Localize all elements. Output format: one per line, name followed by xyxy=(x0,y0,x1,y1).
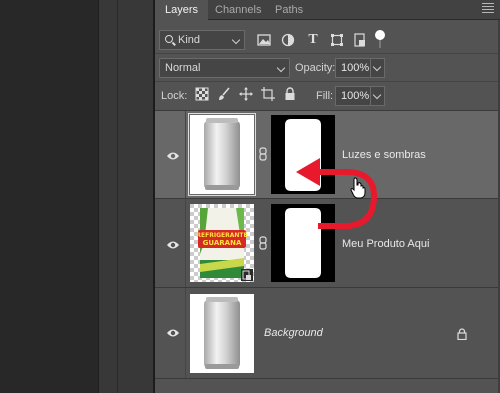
chain-link-icon[interactable] xyxy=(259,147,267,161)
smart-object-filter-icon[interactable] xyxy=(352,32,368,48)
tab-layers[interactable]: Layers xyxy=(155,0,209,21)
chevron-down-icon xyxy=(276,63,286,73)
product-label-line2: GUARANA xyxy=(203,239,242,247)
opacity-input[interactable]: 100% xyxy=(335,58,371,78)
separator xyxy=(155,53,500,54)
panel-menu-icon[interactable] xyxy=(482,3,494,15)
filter-toggle-switch[interactable] xyxy=(375,30,385,48)
panel-dock-strip xyxy=(98,0,154,393)
pixel-filter-icon[interactable] xyxy=(256,32,272,48)
panel-tab-bar: Layers Channels Paths xyxy=(155,0,500,21)
layer-mask-thumbnail[interactable] xyxy=(271,204,335,282)
chevron-down-icon xyxy=(231,35,241,45)
layers-panel: Layers Channels Paths Kind T Normal Opac… xyxy=(155,0,500,393)
adjustment-filter-icon[interactable] xyxy=(280,32,296,48)
lock-position-icon[interactable] xyxy=(239,87,253,101)
fill-slider-toggle[interactable] xyxy=(371,86,385,106)
tab-paths[interactable]: Paths xyxy=(265,0,313,20)
layer-row-luzes-e-sombras[interactable]: Luzes e sombras xyxy=(155,111,500,199)
eye-icon[interactable] xyxy=(166,151,180,161)
layer-name[interactable]: Meu Produto Aqui xyxy=(342,238,429,250)
search-icon xyxy=(165,35,173,43)
opacity-slider-toggle[interactable] xyxy=(371,58,385,78)
lock-transparent-pixels-icon[interactable] xyxy=(195,87,209,101)
document-canvas-area xyxy=(0,0,98,393)
shape-filter-icon[interactable] xyxy=(329,32,345,48)
layer-mask-thumbnail[interactable] xyxy=(271,115,335,194)
lock-icon[interactable] xyxy=(456,328,468,340)
mask-image xyxy=(285,208,321,278)
kind-filter-dropdown[interactable]: Kind xyxy=(159,30,245,50)
layer-name[interactable]: Luzes e sombras xyxy=(342,149,426,161)
lock-label: Lock: xyxy=(161,90,188,102)
lock-artboard-icon[interactable] xyxy=(261,87,275,101)
product-label-line1: REFRIGERANTE xyxy=(196,232,247,239)
chevron-down-icon xyxy=(372,90,382,100)
separator xyxy=(155,81,500,82)
dock-divider xyxy=(117,0,118,393)
chevron-down-icon xyxy=(372,62,382,72)
row-divider xyxy=(185,199,186,287)
blend-mode-dropdown[interactable]: Normal xyxy=(159,58,290,78)
layer-row-background[interactable]: Background xyxy=(155,288,500,379)
lock-all-icon[interactable] xyxy=(283,87,297,101)
layer-row-meu-produto-aqui[interactable]: REFRIGERANTE GUARANA Meu Produto Aqui xyxy=(155,199,500,288)
layer-thumbnail[interactable] xyxy=(190,294,254,373)
can-thumbnail-image xyxy=(204,118,240,190)
lock-image-pixels-icon[interactable] xyxy=(217,87,231,101)
smart-object-badge-icon xyxy=(241,269,253,281)
fill-input[interactable]: 100% xyxy=(335,86,371,106)
type-filter-icon[interactable]: T xyxy=(305,32,321,48)
mask-image xyxy=(285,119,321,191)
kind-filter-label: Kind xyxy=(178,34,201,46)
tab-channels[interactable]: Channels xyxy=(205,0,271,20)
chain-link-icon[interactable] xyxy=(259,236,267,250)
blend-mode-value: Normal xyxy=(165,62,201,74)
eye-icon[interactable] xyxy=(166,240,180,250)
layer-name[interactable]: Background xyxy=(264,327,323,339)
row-divider xyxy=(185,111,186,198)
fill-label: Fill: xyxy=(316,90,334,102)
opacity-label: Opacity: xyxy=(295,62,336,74)
can-thumbnail-image xyxy=(204,297,240,369)
layer-thumbnail[interactable] xyxy=(188,113,256,196)
eye-icon[interactable] xyxy=(166,328,180,338)
row-divider xyxy=(185,288,186,378)
